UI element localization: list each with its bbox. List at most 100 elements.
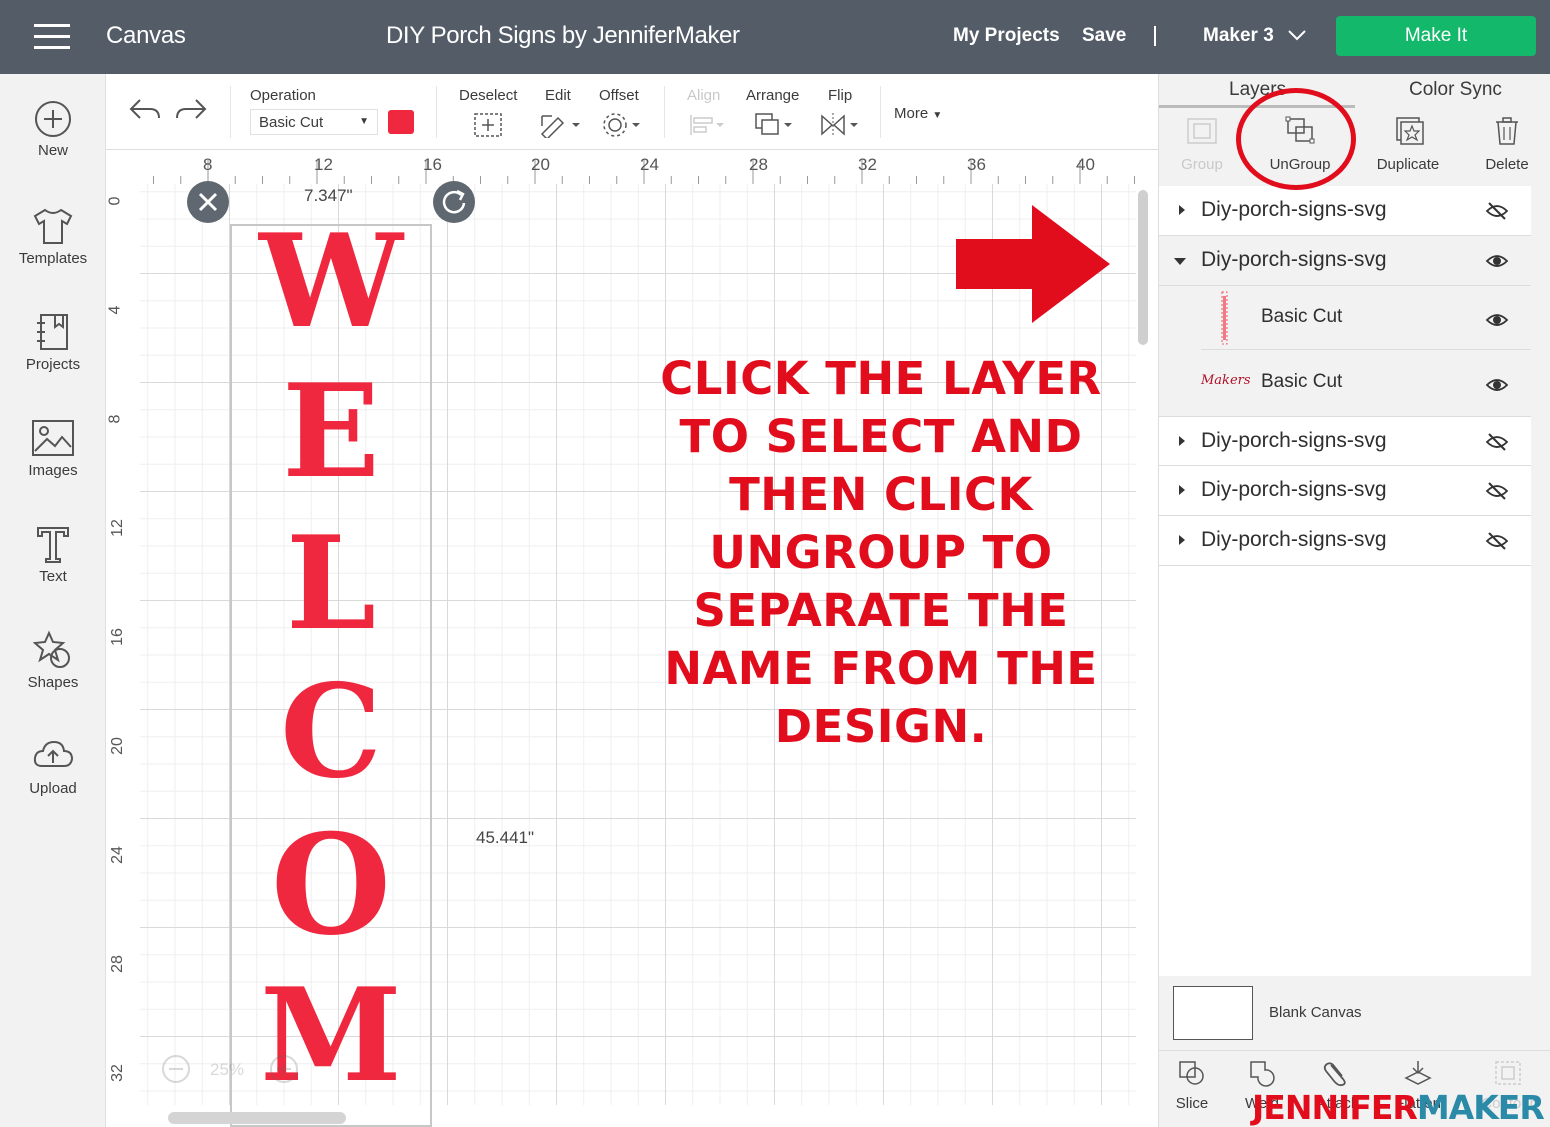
sidebar-item-templates[interactable]: Templates (0, 206, 106, 267)
layers-list: Diy-porch-signs-svg Diy-porch-signs-svg (1159, 186, 1531, 976)
sidebar-label: New (37, 142, 68, 159)
delete-handle[interactable] (187, 181, 229, 223)
layer-row[interactable]: Diy-porch-signs-svg (1159, 466, 1531, 516)
design-letter[interactable]: L (232, 520, 430, 648)
instruction-callout: CLICK THE LAYER TO SELECT AND THEN CLICK… (660, 352, 1102, 753)
expand-arrow-icon[interactable] (1177, 435, 1187, 447)
delete-label: Delete (1485, 156, 1529, 173)
expand-arrow-icon[interactable] (1177, 534, 1187, 546)
more-menu-button[interactable]: More ▼ (894, 105, 942, 122)
eye-hidden-icon[interactable] (1485, 432, 1509, 452)
design-letter[interactable]: E (232, 368, 430, 496)
collapse-arrow-icon[interactable] (1173, 256, 1187, 266)
eye-icon[interactable] (1485, 310, 1509, 330)
edit-icon[interactable] (538, 112, 580, 138)
eye-hidden-icon[interactable] (1485, 531, 1509, 551)
sidebar-item-images[interactable]: Images (0, 418, 106, 479)
eye-icon[interactable] (1485, 251, 1509, 271)
arrange-icon[interactable] (754, 112, 794, 138)
expand-arrow-icon[interactable] (1177, 204, 1187, 216)
tshirt-icon (33, 208, 73, 244)
flip-label: Flip (828, 87, 853, 104)
layer-row-expanded[interactable]: Diy-porch-signs-svg (1159, 236, 1531, 286)
sidebar-item-shapes[interactable]: Shapes (0, 630, 106, 691)
ruler-left: 0 4 8 12 16 20 24 28 32 (106, 184, 140, 1127)
left-sidebar: New Templates Projects Images Text Shape… (0, 74, 106, 1127)
sidebar-item-text[interactable]: Text (0, 524, 106, 585)
ruler-left-number: 20 (108, 737, 126, 755)
layer-name: Diy-porch-signs-svg (1201, 198, 1387, 221)
watermark-logo: JENNIFERMAKER (1252, 1088, 1545, 1127)
width-dimension: 7.347" (304, 186, 353, 205)
group-label: Group (1181, 156, 1223, 173)
tab-color-sync[interactable]: Color Sync (1409, 79, 1502, 101)
offset-icon[interactable] (602, 112, 642, 138)
zoom-control[interactable]: 25% (160, 1054, 310, 1084)
layer-row[interactable]: Diy-porch-signs-svg (1159, 186, 1531, 236)
redo-icon[interactable] (174, 96, 208, 124)
sidebar-item-upload[interactable]: Upload (0, 736, 106, 797)
vertical-scrollbar[interactable] (1138, 190, 1148, 345)
sidebar-item-projects[interactable]: Projects (0, 312, 106, 373)
expand-arrow-icon[interactable] (1177, 484, 1187, 496)
save-button[interactable]: Save (1082, 25, 1126, 47)
horizontal-scrollbar[interactable] (168, 1112, 346, 1124)
layer-name: Diy-porch-signs-svg (1201, 429, 1387, 452)
make-it-button[interactable]: Make It (1336, 16, 1536, 56)
layer-name: Diy-porch-signs-svg (1201, 478, 1387, 501)
ruler-left-number: 28 (108, 955, 126, 973)
arrow-icon (956, 205, 1110, 323)
app-root: Canvas DIY Porch Signs by JenniferMaker … (0, 0, 1550, 1127)
layers-panel: Layers Color Sync Group UnGroup Duplicat… (1158, 74, 1550, 1127)
ruler-top-number: 28 (749, 155, 768, 174)
header-separator (1154, 26, 1156, 46)
flatten-icon (1404, 1061, 1432, 1085)
machine-select[interactable]: Maker 3 (1203, 25, 1274, 47)
contour-icon (1495, 1061, 1521, 1085)
deselect-icon[interactable] (473, 112, 503, 138)
layer-row[interactable]: Diy-porch-signs-svg (1159, 416, 1531, 466)
blank-canvas-swatch[interactable] (1173, 986, 1253, 1040)
duplicate-button[interactable]: Duplicate (1358, 116, 1458, 173)
project-title[interactable]: DIY Porch Signs by JenniferMaker (386, 22, 740, 50)
edit-toolbar: Operation Basic Cut ▼ Deselect Edit Offs… (106, 74, 1158, 150)
sidebar-item-new[interactable]: New (0, 100, 106, 159)
close-icon (198, 192, 218, 212)
ruler-left-number: 24 (108, 846, 126, 864)
highlight-ring (1236, 88, 1356, 190)
my-projects-link[interactable]: My Projects (953, 25, 1060, 47)
undo-icon[interactable] (128, 96, 162, 124)
menu-icon[interactable] (34, 24, 70, 50)
ruler-left-number: 12 (108, 519, 126, 537)
ruler-left-number: 4 (106, 305, 124, 315)
chevron-down-icon[interactable] (1287, 28, 1307, 42)
flip-icon[interactable] (818, 112, 862, 138)
slice-icon (1179, 1061, 1204, 1085)
watermark-part1: JENNIFER (1252, 1088, 1418, 1127)
delete-button[interactable]: Delete (1457, 116, 1550, 173)
eye-icon[interactable] (1485, 375, 1509, 395)
design-letter[interactable]: C (232, 668, 430, 796)
design-letter[interactable]: O (232, 816, 430, 954)
operation-color-swatch[interactable] (388, 110, 414, 134)
operation-value: Basic Cut (259, 114, 324, 131)
app-title: Canvas (106, 22, 186, 49)
toolbar-divider (880, 86, 881, 138)
sublayer-row[interactable]: Basic Cut (1201, 286, 1531, 350)
rotate-handle[interactable] (433, 181, 475, 223)
align-icon[interactable] (688, 112, 728, 138)
operation-select[interactable]: Basic Cut ▼ (250, 109, 378, 135)
layer-row[interactable]: Diy-porch-signs-svg (1159, 516, 1531, 566)
top-bar: Canvas DIY Porch Signs by JenniferMaker … (0, 0, 1550, 74)
design-letter[interactable]: W (232, 218, 430, 346)
eye-hidden-icon[interactable] (1485, 481, 1509, 501)
rotate-icon (442, 189, 466, 214)
group-icon (1187, 118, 1217, 144)
ruler-top: 8 12 16 20 24 28 32 36 40 (106, 150, 1158, 184)
design-canvas[interactable]: 8 12 16 20 24 28 32 36 40 0 4 8 12 16 20… (106, 150, 1158, 1127)
more-label: More (894, 105, 929, 122)
sidebar-label: Images (28, 462, 78, 479)
slice-button[interactable]: Slice (1159, 1059, 1225, 1112)
eye-hidden-icon[interactable] (1485, 201, 1509, 221)
sublayer-row[interactable]: Makers Basic Cut (1201, 351, 1531, 415)
